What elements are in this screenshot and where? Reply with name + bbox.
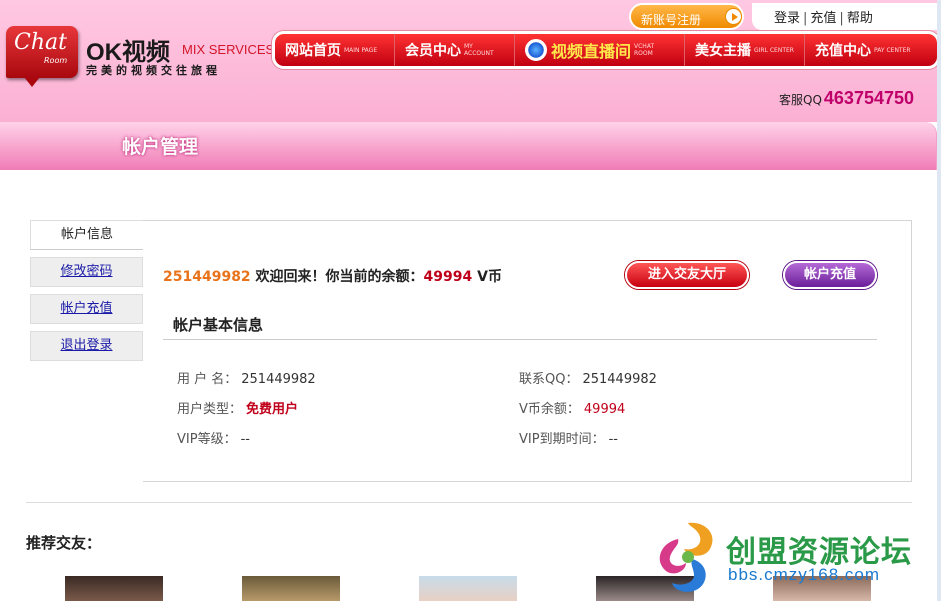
logo-tail (24, 77, 40, 87)
nav-member-label: 会员中心 (405, 43, 461, 59)
nav-member[interactable]: 会员中心 MY ACCOUNT (395, 34, 515, 66)
friend-thumbnail[interactable] (242, 576, 340, 601)
sidebar-item-account-info[interactable]: 帐户信息 (30, 220, 143, 250)
sidebar-item-recharge[interactable]: 帐户充值 (30, 294, 143, 324)
welcome-text: 欢迎回来！你当前的余额： (250, 269, 424, 285)
login-link[interactable]: 登录 (774, 11, 800, 26)
nav-home-sub: MAIN PAGE (344, 46, 378, 54)
logo-chat-text: Chat (14, 30, 67, 55)
content-divider (26, 502, 912, 503)
nav-pay-label: 充值中心 (815, 43, 872, 59)
play-icon (725, 8, 742, 25)
friend-thumbnail[interactable] (65, 576, 163, 601)
forum-watermark-url: bbs.cmzy168.com (728, 565, 880, 584)
currency-unit: V币 (472, 269, 502, 285)
recharge-link[interactable]: 充值 (810, 11, 836, 26)
page-title-bar: 帐户管理 (0, 122, 937, 170)
nav-girls-label: 美女主播 (695, 43, 752, 59)
vip-expire-label: VIP到期时间： (519, 432, 605, 447)
nav-video-room[interactable]: 视频直播间 VCHAT ROOM (515, 34, 686, 66)
service-label: 客服QQ (779, 93, 822, 107)
section-title: 帐户基本信息 (173, 316, 264, 334)
nav-girls[interactable]: 美女主播 GIRL CENTER (685, 34, 806, 66)
qq-value: 251449982 (582, 372, 657, 387)
balance-label: V币余额： (519, 402, 580, 417)
user-type-row: 用户类型： 免费用户 (177, 398, 298, 417)
sidebar-item-label: 修改密码 (60, 264, 113, 279)
username-row: 用 户 名： 251449982 (177, 368, 316, 387)
brand-subtitle: MIX SERVICES (182, 42, 275, 57)
nav-home-label: 网站首页 (285, 43, 341, 59)
user-type-label: 用户类型： (177, 402, 243, 417)
scrollbar-track[interactable] (937, 0, 941, 601)
account-recharge-button[interactable]: 帐户充值 (783, 261, 877, 289)
nav-member-sub: MY ACCOUNT (464, 43, 494, 57)
separator: | (803, 11, 808, 26)
nav-video-label: 视频直播间 (551, 42, 632, 61)
sidebar-item-label: 帐户信息 (60, 227, 113, 242)
service-qq: 463754750 (823, 88, 915, 108)
vip-expire-row: VIP到期时间： -- (519, 428, 618, 447)
register-button[interactable]: 新账号注册 (629, 3, 744, 30)
customer-service: 客服QQ 463754750 (779, 88, 914, 109)
nav-video-sub: VCHAT ROOM (634, 43, 655, 57)
nav-pay[interactable]: 充值中心 PAY CENTER (805, 34, 924, 66)
nav-girls-sub: GIRL CENTER (754, 46, 794, 54)
username-value: 251449982 (241, 372, 316, 387)
logo-room-text: Room (44, 56, 68, 65)
vip-expire-value: -- (608, 432, 618, 447)
header: Chat Room OK视频 MIX SERVICES 完美的视频交往旅程 新账… (0, 0, 941, 122)
balance-value: 49994 (583, 402, 626, 417)
chatroom-logo[interactable]: Chat Room (6, 26, 78, 78)
nav-pay-sub: PAY CENTER (874, 46, 911, 54)
forum-logo-icon (659, 522, 713, 592)
nav-home[interactable]: 网站首页 MAIN PAGE (275, 34, 395, 66)
page-title: 帐户管理 (122, 136, 199, 158)
webcam-icon (525, 39, 547, 61)
vip-level-label: VIP等级： (177, 432, 237, 447)
top-links: 登录 | 充值 | 帮助 (752, 3, 940, 30)
user-id: 251449982 (163, 269, 251, 285)
vip-level-row: VIP等级： -- (177, 428, 250, 447)
sidebar-item-logout[interactable]: 退出登录 (30, 331, 143, 361)
sidebar-item-label: 帐户充值 (60, 301, 113, 316)
forum-watermark: 创盟资源论坛 bbs.cmzy168.com (648, 519, 933, 601)
enter-lobby-button[interactable]: 进入交友大厅 (625, 261, 749, 289)
register-label: 新账号注册 (641, 13, 702, 27)
friend-thumbnail[interactable] (419, 576, 517, 601)
username-label: 用 户 名： (177, 372, 238, 387)
sidebar-item-change-password[interactable]: 修改密码 (30, 257, 143, 287)
brand-slogan: 完美的视频交往旅程 (86, 64, 221, 77)
qq-row: 联系QQ： 251449982 (519, 368, 657, 387)
qq-label: 联系QQ： (519, 372, 579, 387)
vip-level-value: -- (240, 432, 250, 447)
section-divider (163, 339, 877, 340)
sidebar-item-label: 退出登录 (60, 338, 113, 353)
welcome-message: 251449982 欢迎回来！你当前的余额：49994 V币 (163, 266, 502, 286)
current-balance: 49994 (423, 269, 473, 285)
recommend-title: 推荐交友： (26, 534, 102, 552)
main-nav: 网站首页 MAIN PAGE 会员中心 MY ACCOUNT 视频直播间 VCH… (272, 31, 940, 69)
user-type-value: 免费用户 (246, 402, 299, 417)
balance-row: V币余额： 49994 (519, 398, 625, 417)
separator: | (839, 11, 844, 26)
help-link[interactable]: 帮助 (847, 11, 873, 26)
